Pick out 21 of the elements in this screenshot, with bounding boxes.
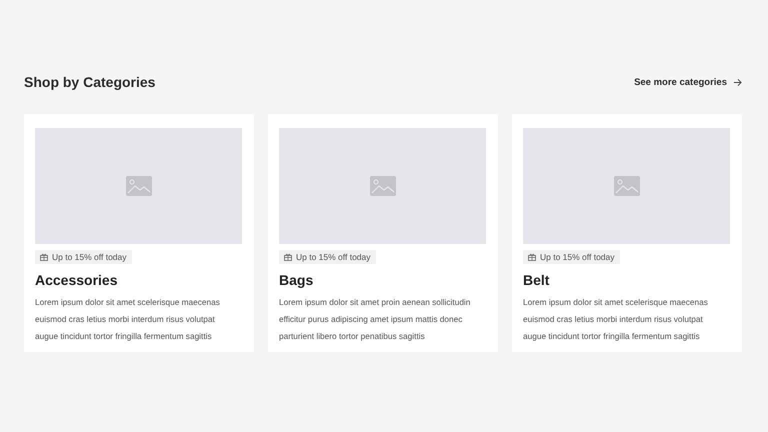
gift-icon xyxy=(284,253,292,261)
image-icon xyxy=(614,176,640,196)
category-card[interactable]: Up to 15% off today Belt Lorem ipsum dolor sit amet scelerisque maecenas euismod cras letius morbi interdum risus volutpat augue tincidunt tortor fringilla fermentum sagittis xyxy=(512,114,742,352)
arrow-right-icon xyxy=(733,78,742,86)
discount-badge: Up to 15% off today xyxy=(35,250,132,264)
category-description: Lorem ipsum dolor sit amet proin aenean sollicitudin efficitur purus adipiscing amet ipsum mattis donec parturient libero tortor penatibus sagittis xyxy=(279,296,472,343)
discount-badge: Up to 15% off today xyxy=(279,250,376,264)
category-name: Accessories xyxy=(35,272,119,288)
category-description: Lorem ipsum dolor sit amet scelerisque maecenas euismod cras letius morbi interdum risus volutpat augue tincidunt tortor fringilla fermentum sagittis xyxy=(35,296,221,343)
category-description: Lorem ipsum dolor sit amet scelerisque maecenas euismod cras letius morbi interdum risus volutpat augue tincidunt tortor fringilla fermentum sagittis xyxy=(523,296,709,343)
category-name: Belt xyxy=(523,272,550,288)
gift-icon xyxy=(528,253,536,261)
image-icon xyxy=(370,176,396,196)
see-more-link[interactable]: See more categories xyxy=(634,76,742,88)
section-title: Shop by Categories xyxy=(24,74,156,90)
category-card[interactable]: Up to 15% off today Bags Lorem ipsum dolor sit amet proin aenean sollicitudin efficitur purus adipiscing amet ipsum mattis donec parturient libero tortor penatibus sagittis xyxy=(268,114,498,352)
gift-icon xyxy=(40,253,48,261)
discount-badge: Up to 15% off today xyxy=(523,250,620,264)
category-card[interactable]: Up to 15% off today Accessories Lorem ipsum dolor sit amet scelerisque maecenas euismod cras letius morbi interdum risus volutpat augue tincidunt tortor fringilla fermentum sagittis xyxy=(24,114,254,352)
category-name: Bags xyxy=(279,272,314,288)
image-icon xyxy=(126,176,152,196)
